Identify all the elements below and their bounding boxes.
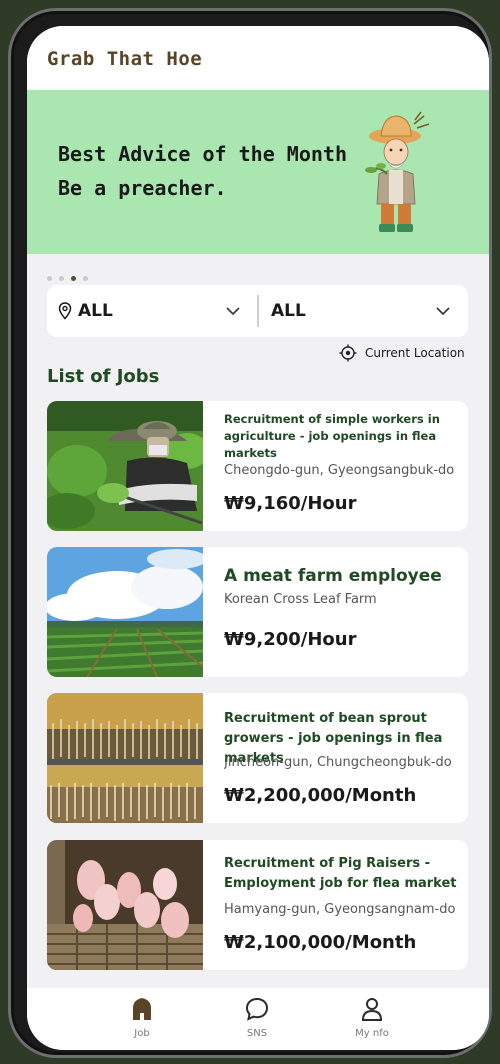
pagination-dot[interactable]: [83, 276, 89, 281]
banner-pagination: [47, 266, 90, 281]
region-filter-value: ALL: [78, 301, 113, 321]
job-pay: ₩2,200,000/Month: [224, 785, 417, 806]
filter-bar: ALL ALL: [47, 285, 468, 337]
target-icon: [339, 344, 357, 362]
nav-label-my-info: My nfo: [355, 1028, 389, 1039]
bottom-nav: Job SNS My nfo: [27, 988, 489, 1050]
job-location: Korean Cross Leaf Farm: [224, 592, 377, 607]
nav-item-job[interactable]: Job: [102, 996, 182, 1046]
job-info: Recruitment of bean sprout growers - job…: [224, 693, 460, 823]
job-card[interactable]: Recruitment of bean sprout growers - job…: [47, 693, 468, 823]
job-card[interactable]: Recruitment of simple workers in agricul…: [47, 401, 468, 531]
farmer-illustration: [365, 111, 430, 232]
job-pay: ₩2,100,000/Month: [224, 932, 417, 953]
piglets-photo: [47, 840, 203, 970]
nav-label-sns: SNS: [246, 1028, 268, 1039]
bean-sprouts-photo: [47, 693, 203, 823]
job-pay: ₩9,160/Hour: [224, 493, 357, 514]
chat-bubble-icon: [245, 997, 269, 1021]
current-location-button[interactable]: Current Location: [339, 343, 465, 363]
job-info: Recruitment of Pig Raisers - Employment …: [224, 840, 460, 970]
pagination-dot[interactable]: [59, 276, 65, 281]
chevron-down-icon: [436, 307, 450, 316]
pagination-dot-active[interactable]: [71, 276, 77, 281]
region-filter-dropdown[interactable]: ALL: [47, 285, 257, 337]
app-title: Grab That Hoe: [47, 48, 203, 70]
job-card[interactable]: A meat farm employee Korean Cross Leaf F…: [47, 547, 468, 677]
job-info: Recruitment of simple workers in agricul…: [224, 401, 460, 531]
person-icon: [361, 998, 383, 1021]
app-header: Grab That Hoe: [27, 26, 489, 90]
banner-headline: Best Advice of the Month: [58, 142, 347, 166]
location-pin-icon: [58, 302, 72, 320]
worker-in-field-photo: [47, 401, 203, 531]
jobs-section-title: List of Jobs: [47, 366, 160, 387]
current-location-label: Current Location: [365, 346, 465, 360]
job-title: A meat farm employee: [224, 566, 442, 586]
city-filter-value: ALL: [271, 301, 306, 321]
job-title: Recruitment of Pig Raisers - Employment …: [224, 856, 457, 891]
app-screen: Grab That Hoe Best Advice of the Month B…: [27, 26, 489, 1050]
job-title: Recruitment of simple workers in agricul…: [224, 412, 440, 460]
home-icon: [133, 998, 151, 1020]
chevron-down-icon: [226, 307, 240, 316]
pagination-dot[interactable]: [47, 276, 52, 281]
nav-item-sns[interactable]: SNS: [217, 996, 297, 1046]
job-card[interactable]: Recruitment of Pig Raisers - Employment …: [47, 840, 468, 970]
advice-banner[interactable]: Best Advice of the Month Be a preacher.: [27, 90, 489, 254]
job-location: Cheongdo-gun, Gyeongsangbuk-do: [224, 463, 455, 478]
job-location: Jincheon-gun, Chungcheongbuk-do: [224, 755, 452, 770]
job-location: Hamyang-gun, Gyeongsangnam-do: [224, 902, 456, 917]
job-pay: ₩9,200/Hour: [224, 629, 357, 650]
nav-item-my-info[interactable]: My nfo: [332, 996, 412, 1046]
banner-subline: Be a preacher.: [58, 176, 227, 200]
city-filter-dropdown[interactable]: ALL: [259, 285, 468, 337]
job-info: A meat farm employee Korean Cross Leaf F…: [224, 547, 460, 677]
nav-label-job: Job: [134, 1028, 150, 1039]
farm-field-sky-photo: [47, 547, 203, 677]
